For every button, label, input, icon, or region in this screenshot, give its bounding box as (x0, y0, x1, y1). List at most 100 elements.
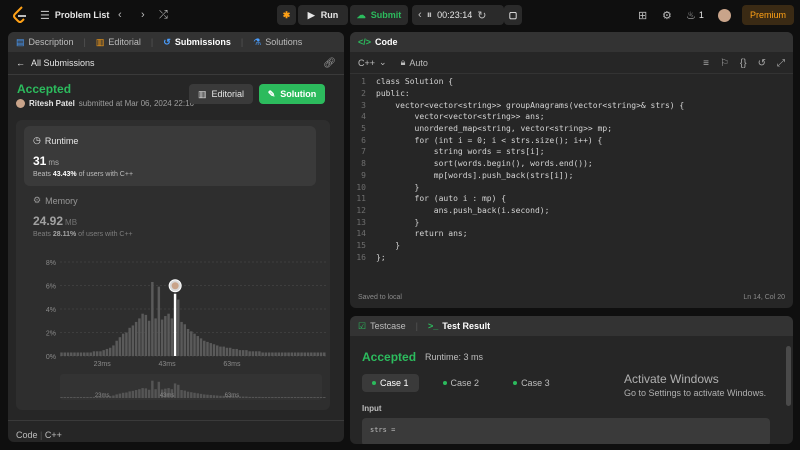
fullscreen-icon[interactable]: ⤢ (777, 58, 785, 69)
pass-dot-icon (372, 381, 376, 385)
code-line[interactable]: 12 ans.push_back(i.second); (350, 205, 793, 217)
runtime-label: Runtime (44, 135, 79, 146)
share-link-icon[interactable]: 🔗︎ (323, 58, 336, 69)
chart-bar (83, 352, 86, 356)
settings-gear-icon[interactable]: ⚙ (662, 5, 672, 25)
timer[interactable]: ‹ ⏸ 00:23:14 ↻ (412, 5, 504, 25)
tab-editorial[interactable]: ▥ Editorial (96, 37, 141, 48)
case-label: Case 3 (521, 378, 550, 388)
streak-count: 1 (698, 10, 704, 20)
case-tab-3[interactable]: Case 3 (503, 374, 560, 392)
chart-bar (306, 352, 310, 356)
chart-bar (267, 352, 271, 356)
line-number: 2 (361, 89, 366, 99)
chart-bar (271, 352, 274, 356)
editorial-button[interactable]: ▥ Editorial (189, 84, 253, 104)
code-text: } (376, 217, 420, 227)
solution-button[interactable]: ✎ Solution (259, 84, 325, 104)
code-line[interactable]: 7 string words = strs[i]; (350, 146, 793, 158)
chart-bar (177, 299, 180, 356)
tab-description[interactable]: ▤ Description (16, 37, 74, 48)
tab-code[interactable]: </> Code (358, 37, 398, 47)
chart-bar (212, 344, 216, 356)
prev-problem-icon[interactable]: ‹ (118, 5, 122, 25)
terminal-icon: >_ (427, 321, 439, 331)
overview-bar (209, 394, 212, 398)
code-line[interactable]: 15 } (350, 240, 793, 252)
scrollbar[interactable] (786, 346, 791, 406)
streak-counter[interactable]: ♨ 1 (686, 5, 704, 25)
braces-icon[interactable]: {} (740, 58, 747, 69)
code-editor[interactable]: 1 class Solution {2 public: 3 vector<vector… (350, 76, 793, 263)
code-line[interactable]: 2 public: (350, 88, 793, 100)
shuffle-icon[interactable]: ⤮ (159, 5, 168, 25)
line-number: 12 (356, 205, 366, 215)
user-avatar[interactable] (718, 5, 731, 25)
code-line[interactable]: 10 } (350, 181, 793, 193)
overview-tick-label: 63ms (225, 393, 240, 399)
chart-bar (95, 351, 99, 356)
leetcode-logo[interactable] (12, 5, 30, 25)
autocomplete-mode[interactable]: 🔒︎ Auto (401, 57, 428, 68)
x-tick-label: 43ms (158, 361, 176, 368)
code-line[interactable]: 5 unordered_map<string, vector<string>> … (350, 123, 793, 135)
memory-unit: MB (65, 218, 78, 227)
overview-bar (248, 396, 251, 398)
code-line[interactable]: 13 } (350, 216, 793, 228)
code-line[interactable]: 14 return ans; (350, 228, 793, 240)
tab-label: Code (375, 37, 398, 47)
notes-button[interactable]: ▢ (504, 5, 522, 25)
case-tab-1[interactable]: Case 1 (362, 374, 419, 392)
overview-bar (73, 397, 76, 398)
overview-bar (115, 394, 118, 398)
line-number: 14 (356, 229, 366, 239)
debug-button[interactable]: ✱ (277, 5, 296, 25)
tab-solutions[interactable]: ⚗ Solutions (253, 37, 302, 48)
overview-bar (154, 389, 157, 398)
code-line[interactable]: 9 mp[words].push_back(strs[i]); (350, 170, 793, 182)
code-line[interactable]: 1 class Solution { (350, 76, 793, 88)
code-text: }; (376, 252, 386, 262)
beats-percent: 43.43% (52, 171, 77, 178)
code-text: unordered_map<string, vector<string>> mp… (376, 124, 613, 134)
problem-list-button[interactable]: ☰ Problem List (40, 5, 109, 25)
code-line[interactable]: 8 sort(words.begin(), words.end()); (350, 158, 793, 170)
submit-button[interactable]: ☁ Submit (350, 5, 408, 25)
username[interactable]: Ritesh Patel (29, 99, 75, 108)
highlight-bar (173, 293, 177, 356)
code-line[interactable]: 6 for (int i = 0; i < strs.size(); i++) … (350, 134, 793, 146)
memory-label: Memory (45, 195, 78, 206)
next-problem-icon[interactable]: › (141, 5, 145, 25)
premium-button[interactable]: Premium (742, 5, 794, 25)
runtime-distribution-chart[interactable]: 0% 2% 4% 6% 8% 23ms 43ms 63ms 23ms 43ms 63ms (24, 256, 330, 408)
code-line[interactable]: 3 vector<vector<string>> groupAnagrams(v… (350, 99, 793, 111)
language-select[interactable]: C++ ⌄ (358, 57, 387, 68)
tab-testcase[interactable]: ☑ Testcase (358, 321, 406, 332)
save-status: Saved to local (358, 294, 402, 301)
code-line[interactable]: 11 for (auto i : mp) { (350, 193, 793, 205)
layout-grid-icon[interactable]: ⊞ (638, 5, 647, 25)
code-text: } (376, 240, 401, 250)
code-line[interactable]: 16}; (350, 251, 793, 263)
mode-value: Auto (409, 57, 428, 68)
overview-bar (267, 397, 271, 398)
line-number: 16 (356, 252, 366, 262)
runtime-card[interactable]: ◷ Runtime 31 ms Beats 43.43% of users wit… (24, 126, 316, 186)
overview-bar (128, 391, 131, 398)
collapse-timer-icon[interactable]: ‹ (418, 9, 422, 21)
back-to-all-submissions[interactable]: ← All Submissions (16, 58, 95, 68)
line-number: 13 (356, 217, 366, 227)
format-icon[interactable]: ≡ (703, 58, 709, 69)
code-line[interactable]: 4 vector<vector<string>> ans; (350, 111, 793, 123)
reset-code-icon[interactable]: ↺ (758, 58, 766, 69)
case-tab-2[interactable]: Case 2 (433, 374, 490, 392)
reset-icon[interactable]: ↻ (477, 9, 486, 22)
tab-submissions[interactable]: ↺ Submissions (163, 37, 231, 48)
tab-test-result[interactable]: >_ Test Result (428, 321, 490, 331)
bookmark-icon[interactable]: ⚐ (720, 58, 729, 69)
run-button[interactable]: ▶ Run (298, 5, 348, 25)
overview-bar (241, 396, 245, 398)
pause-icon[interactable]: ⏸ (427, 9, 433, 22)
chart-bar (160, 319, 164, 356)
overview-bar (284, 397, 287, 398)
